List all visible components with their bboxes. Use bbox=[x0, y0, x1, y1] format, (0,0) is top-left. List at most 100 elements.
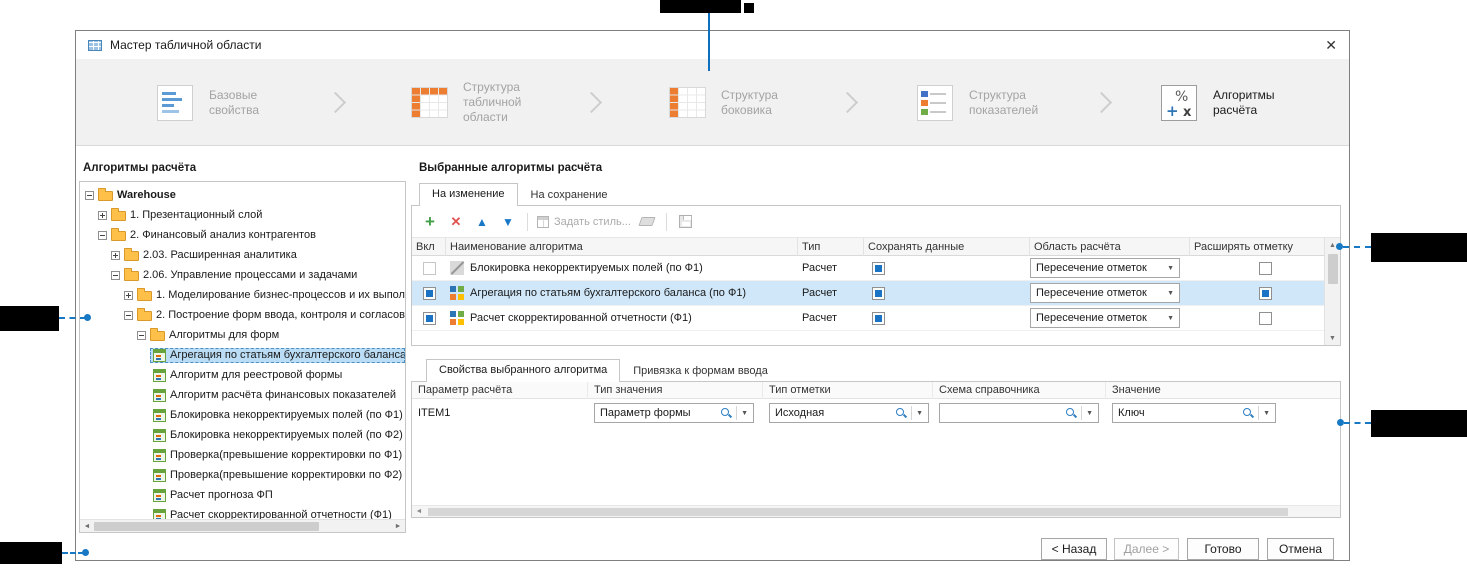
table-row-selected[interactable]: Агрегация по статьям бухгалтерского бала… bbox=[412, 281, 1340, 306]
collapse-toggle-icon[interactable] bbox=[137, 331, 146, 340]
tab-on-change[interactable]: На изменение bbox=[419, 183, 518, 206]
chevron-down-icon[interactable]: ▼ bbox=[916, 410, 923, 417]
save-button[interactable] bbox=[676, 212, 696, 232]
scrollbar-thumb[interactable] bbox=[1328, 254, 1338, 284]
scrollbar-thumb[interactable] bbox=[94, 522, 319, 531]
scroll-up-icon[interactable]: ▲ bbox=[1329, 238, 1336, 252]
save-data-checkbox[interactable] bbox=[872, 312, 885, 325]
enabled-checkbox[interactable] bbox=[423, 262, 436, 275]
clear-style-button[interactable] bbox=[637, 212, 657, 232]
callout-dot bbox=[1336, 243, 1343, 250]
algorithm-icon bbox=[153, 369, 166, 382]
mark-type-combo[interactable]: Исходная▼ bbox=[769, 403, 929, 423]
expand-toggle-icon[interactable] bbox=[98, 211, 107, 220]
expand-mark-checkbox[interactable] bbox=[1259, 312, 1272, 325]
expand-mark-checkbox[interactable] bbox=[1259, 262, 1272, 275]
enabled-checkbox[interactable] bbox=[423, 312, 436, 325]
algorithm-name: Блокировка некорректируемых полей (по Ф1… bbox=[470, 262, 703, 274]
column-header-value-type[interactable]: Тип значения bbox=[588, 382, 763, 399]
next-button[interactable]: Далее > bbox=[1114, 538, 1179, 560]
cancel-button[interactable]: Отмена bbox=[1267, 538, 1334, 560]
dict-schema-combo[interactable]: ▼ bbox=[939, 403, 1099, 423]
tab-input-forms-binding[interactable]: Привязка к формам ввода bbox=[620, 360, 781, 381]
scroll-down-icon[interactable]: ▼ bbox=[1329, 331, 1336, 345]
tree-item[interactable]: 2.06. Управление процессами и задачами bbox=[80, 265, 405, 285]
tab-on-save[interactable]: На сохранение bbox=[518, 184, 621, 205]
remove-algorithm-button[interactable]: ✕ bbox=[446, 212, 466, 232]
tree-item[interactable]: Warehouse bbox=[80, 185, 405, 205]
collapse-toggle-icon[interactable] bbox=[111, 271, 120, 280]
wizard-step-table-area-structure[interactable]: Структура табличной области bbox=[406, 59, 543, 146]
expand-toggle-icon[interactable] bbox=[124, 291, 133, 300]
chevron-down-icon[interactable]: ▼ bbox=[1086, 410, 1093, 417]
add-algorithm-button[interactable]: + bbox=[420, 212, 440, 232]
move-down-button[interactable]: ▼ bbox=[498, 212, 518, 232]
column-header-enabled[interactable]: Вкл bbox=[412, 238, 446, 256]
wizard-step-side-header-structure[interactable]: Структура боковика bbox=[664, 59, 801, 146]
calc-area-dropdown[interactable]: Пересечение отметок▼ bbox=[1030, 308, 1180, 328]
wizard-step-basic-properties[interactable]: Базовые свойства bbox=[152, 59, 273, 146]
tree-item[interactable]: Алгоритмы для форм bbox=[80, 325, 405, 345]
tree-item[interactable]: Блокировка некорректируемых полей (по Ф1… bbox=[80, 405, 405, 425]
column-header-type[interactable]: Тип bbox=[798, 238, 864, 256]
close-icon[interactable]: ✕ bbox=[1325, 38, 1337, 52]
column-header-param[interactable]: Параметр расчёта bbox=[412, 382, 588, 399]
collapse-toggle-icon[interactable] bbox=[85, 191, 94, 200]
properties-row[interactable]: ITEM1 Параметр формы▼ Исходная▼ ▼ Ключ▼ bbox=[412, 399, 1340, 427]
tree-item[interactable]: 2.03. Расширенная аналитика bbox=[80, 245, 405, 265]
search-icon[interactable] bbox=[1065, 407, 1077, 419]
tree-item[interactable]: 2. Построение форм ввода, контроля и сог… bbox=[80, 305, 405, 325]
save-data-checkbox[interactable] bbox=[872, 287, 885, 300]
tree-item[interactable]: 2. Финансовый анализ контрагентов bbox=[80, 225, 405, 245]
wizard-step-indicators-structure[interactable]: Структура показателей bbox=[912, 59, 1061, 146]
search-icon[interactable] bbox=[895, 407, 907, 419]
tree-item-label: 1. Моделирование бизнес-процессов и их в… bbox=[156, 289, 405, 301]
enabled-checkbox[interactable] bbox=[423, 287, 436, 300]
tree-item-selected[interactable]: Агрегация по статьям бухгалтерского бала… bbox=[80, 345, 405, 365]
tree-item[interactable]: Алгоритм для реестровой формы bbox=[80, 365, 405, 385]
tree-item[interactable]: 1. Моделирование бизнес-процессов и их в… bbox=[80, 285, 405, 305]
collapse-toggle-icon[interactable] bbox=[124, 311, 133, 320]
chevron-down-icon[interactable]: ▼ bbox=[741, 410, 748, 417]
calc-area-dropdown[interactable]: Пересечение отметок▼ bbox=[1030, 283, 1180, 303]
expand-toggle-icon[interactable] bbox=[111, 251, 120, 260]
calc-area-dropdown[interactable]: Пересечение отметок▼ bbox=[1030, 258, 1180, 278]
expand-mark-checkbox[interactable] bbox=[1259, 287, 1272, 300]
column-header-dict-schema[interactable]: Схема справочника bbox=[933, 382, 1106, 399]
chevron-down-icon[interactable]: ▼ bbox=[1263, 410, 1270, 417]
column-header-name[interactable]: Наименование алгоритма bbox=[446, 238, 798, 256]
value-type-combo[interactable]: Параметр формы▼ bbox=[594, 403, 754, 423]
move-up-button[interactable]: ▲ bbox=[472, 212, 492, 232]
scrollbar-thumb[interactable] bbox=[428, 508, 1288, 516]
column-header-value[interactable]: Значение bbox=[1106, 382, 1340, 399]
tree-item[interactable]: Расчет прогноза ФП bbox=[80, 485, 405, 505]
search-icon[interactable] bbox=[1242, 407, 1254, 419]
column-header-calc-area[interactable]: Область расчёта bbox=[1030, 238, 1190, 256]
tree-item[interactable]: 1. Презентационный слой bbox=[80, 205, 405, 225]
column-header-mark-type[interactable]: Тип отметки bbox=[763, 382, 933, 399]
tree-item[interactable]: Проверка(превышение корректировки по Ф2) bbox=[80, 465, 405, 485]
tree-item[interactable]: Проверка(превышение корректировки по Ф1) bbox=[80, 445, 405, 465]
tree-item[interactable]: Блокировка некорректируемых полей (по Ф2… bbox=[80, 425, 405, 445]
table-row[interactable]: Расчет скорректированной отчетности (Ф1)… bbox=[412, 306, 1340, 331]
search-icon[interactable] bbox=[720, 407, 732, 419]
tree-item-label: 2. Финансовый анализ контрагентов bbox=[130, 229, 316, 241]
finish-button[interactable]: Готово bbox=[1187, 538, 1259, 560]
tree-horizontal-scrollbar[interactable]: ◄ ► bbox=[80, 519, 405, 532]
scroll-left-icon[interactable]: ◄ bbox=[412, 508, 426, 515]
table-row[interactable]: Блокировка некорректируемых полей (по Ф1… bbox=[412, 256, 1340, 281]
column-header-expand-mark[interactable]: Расширять отметку bbox=[1190, 238, 1340, 256]
tab-selected-algorithm-properties[interactable]: Свойства выбранного алгоритма bbox=[426, 359, 620, 382]
collapse-toggle-icon[interactable] bbox=[98, 231, 107, 240]
back-button[interactable]: < Назад bbox=[1041, 538, 1107, 560]
save-data-checkbox[interactable] bbox=[872, 262, 885, 275]
scroll-left-icon[interactable]: ◄ bbox=[80, 523, 94, 530]
wizard-step-calculation-algorithms[interactable]: % + x Алгоритмы расчёта bbox=[1156, 59, 1297, 146]
column-header-save-data[interactable]: Сохранять данные bbox=[864, 238, 1030, 256]
scroll-right-icon[interactable]: ► bbox=[391, 523, 405, 530]
tree-item[interactable]: Алгоритм расчёта финансовых показателей bbox=[80, 385, 405, 405]
set-style-button[interactable]: Задать стиль... bbox=[537, 216, 631, 228]
value-combo[interactable]: Ключ▼ bbox=[1112, 403, 1276, 423]
table-vertical-scrollbar[interactable]: ▲ ▼ bbox=[1324, 238, 1340, 345]
properties-horizontal-scrollbar[interactable]: ◄ bbox=[412, 505, 1340, 517]
